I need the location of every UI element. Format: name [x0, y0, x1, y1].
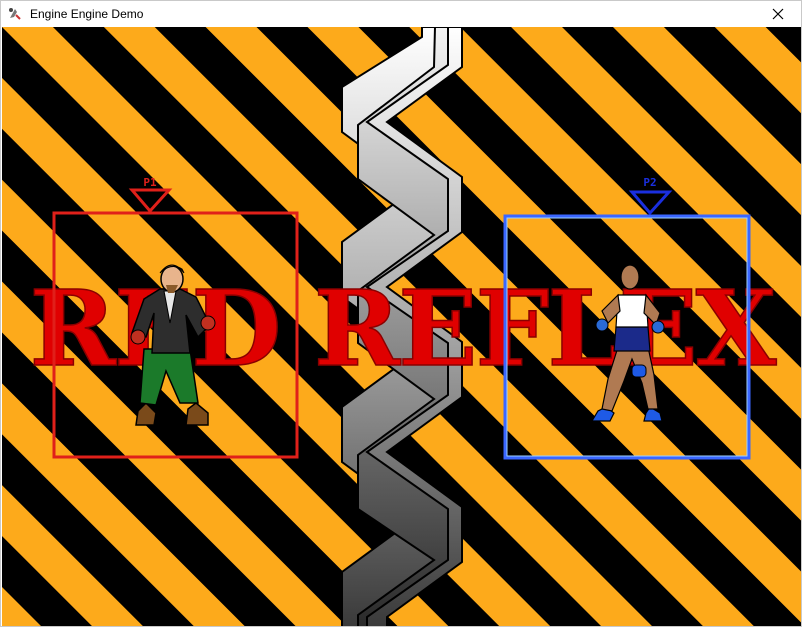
close-icon — [772, 8, 784, 20]
app-icon — [9, 8, 21, 20]
player1-label: P1 — [143, 176, 157, 189]
player2-label: P2 — [643, 176, 656, 189]
close-button[interactable] — [755, 1, 801, 27]
app-window: Engine Engine Demo RED REFLEX P1 P2 — [0, 0, 802, 627]
window-title: Engine Engine Demo — [30, 7, 144, 21]
game-scene: RED REFLEX P1 P2 — [2, 27, 801, 626]
title-bar: Engine Engine Demo — [1, 1, 801, 27]
game-canvas[interactable]: RED REFLEX P1 P2 — [2, 27, 801, 626]
